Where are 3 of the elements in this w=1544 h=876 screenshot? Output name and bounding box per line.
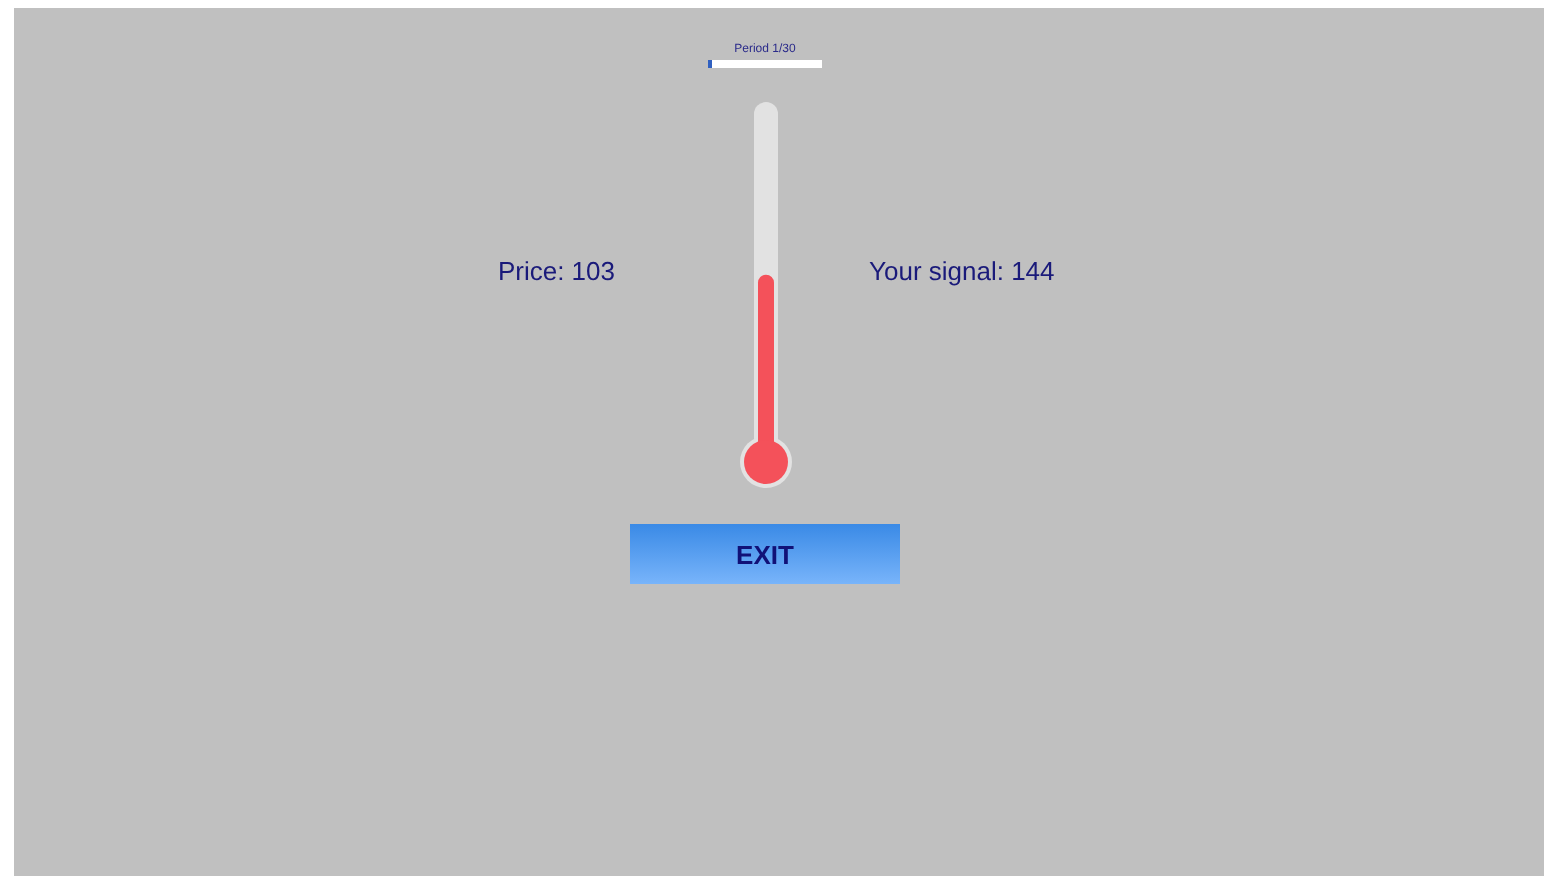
price-label: Price: 103 bbox=[497, 255, 615, 285]
exit-button[interactable]: EXIT bbox=[630, 524, 900, 584]
signal-label: Your signal: 144 bbox=[869, 255, 1055, 285]
